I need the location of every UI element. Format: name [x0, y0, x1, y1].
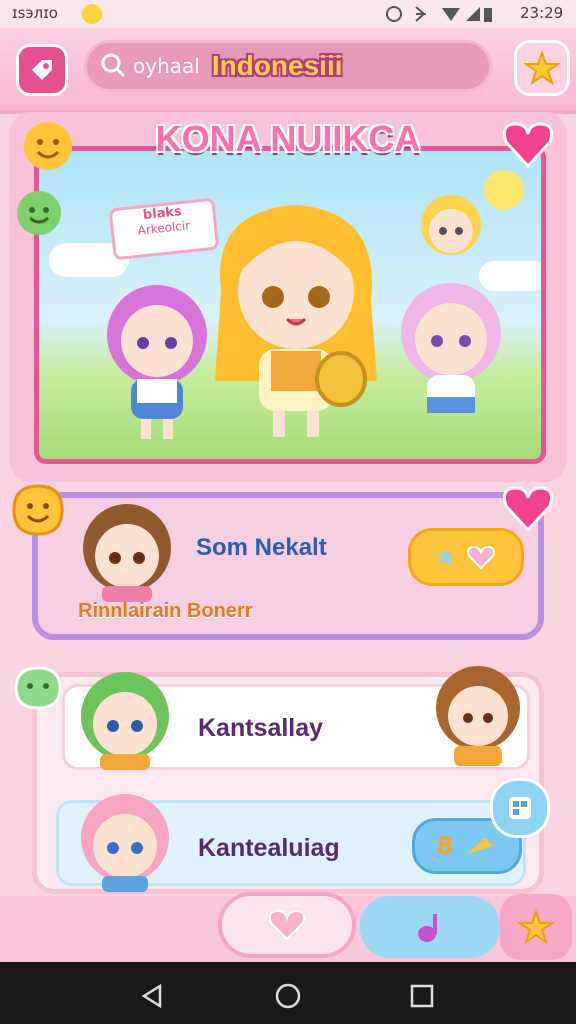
nav-favorites[interactable] [218, 892, 356, 958]
character-small [421, 195, 481, 255]
menu-button[interactable] [16, 44, 68, 96]
search-hint: oyhaal [133, 54, 200, 78]
smiley-icon [17, 191, 61, 235]
star-icon [518, 909, 554, 945]
like-button[interactable] [408, 528, 524, 586]
smiley-icon [24, 122, 72, 170]
tag-icon [32, 60, 52, 80]
notification-icon [82, 4, 102, 24]
status-bar: ɪsэлɪo 23:29 [0, 0, 576, 28]
search-bar[interactable]: oyhaal Indonesiii [84, 40, 492, 92]
banner-title: KONA NUIIKCA [155, 118, 421, 159]
nav-music[interactable] [360, 896, 500, 958]
character-main [215, 205, 377, 437]
smiley-icon [12, 484, 64, 536]
recents-icon[interactable] [408, 982, 436, 1010]
card-name: Som Nekalt [196, 534, 327, 561]
avatar [81, 794, 169, 892]
heart-icon [467, 545, 495, 570]
character-pink [107, 285, 207, 439]
heart-icon[interactable] [500, 118, 556, 170]
status-icons [386, 6, 492, 22]
heart-icon [268, 909, 306, 941]
back-icon[interactable] [138, 982, 166, 1010]
star-icon [437, 548, 455, 565]
avatar [83, 504, 171, 602]
grid-button[interactable] [490, 778, 550, 838]
avatar [436, 666, 520, 766]
search-icon [101, 53, 126, 78]
list-item-name: Kantealuiag [198, 834, 340, 862]
character-lavender [401, 283, 501, 413]
play-badge: 8 [436, 832, 454, 860]
banner-artwork[interactable]: blaks Arkeolcir [34, 146, 546, 464]
smiley-icon [14, 666, 62, 710]
arrow-icon [467, 838, 494, 854]
grid-icon [509, 797, 531, 819]
search-value: Indonesiii [211, 50, 343, 81]
heart-icon[interactable] [500, 484, 556, 534]
star-icon [524, 50, 560, 86]
avatar [81, 672, 169, 770]
home-icon[interactable] [274, 982, 302, 1010]
favorites-button[interactable] [514, 40, 570, 96]
list-item-name: Kantsallay [198, 714, 324, 742]
music-icon [418, 914, 437, 942]
clock: 23:29 [520, 4, 564, 22]
nav-star[interactable] [500, 894, 572, 960]
carrier-label: ɪsэлɪo [12, 4, 58, 22]
card-subtitle: Rinnlairain Bonerr [78, 600, 253, 622]
